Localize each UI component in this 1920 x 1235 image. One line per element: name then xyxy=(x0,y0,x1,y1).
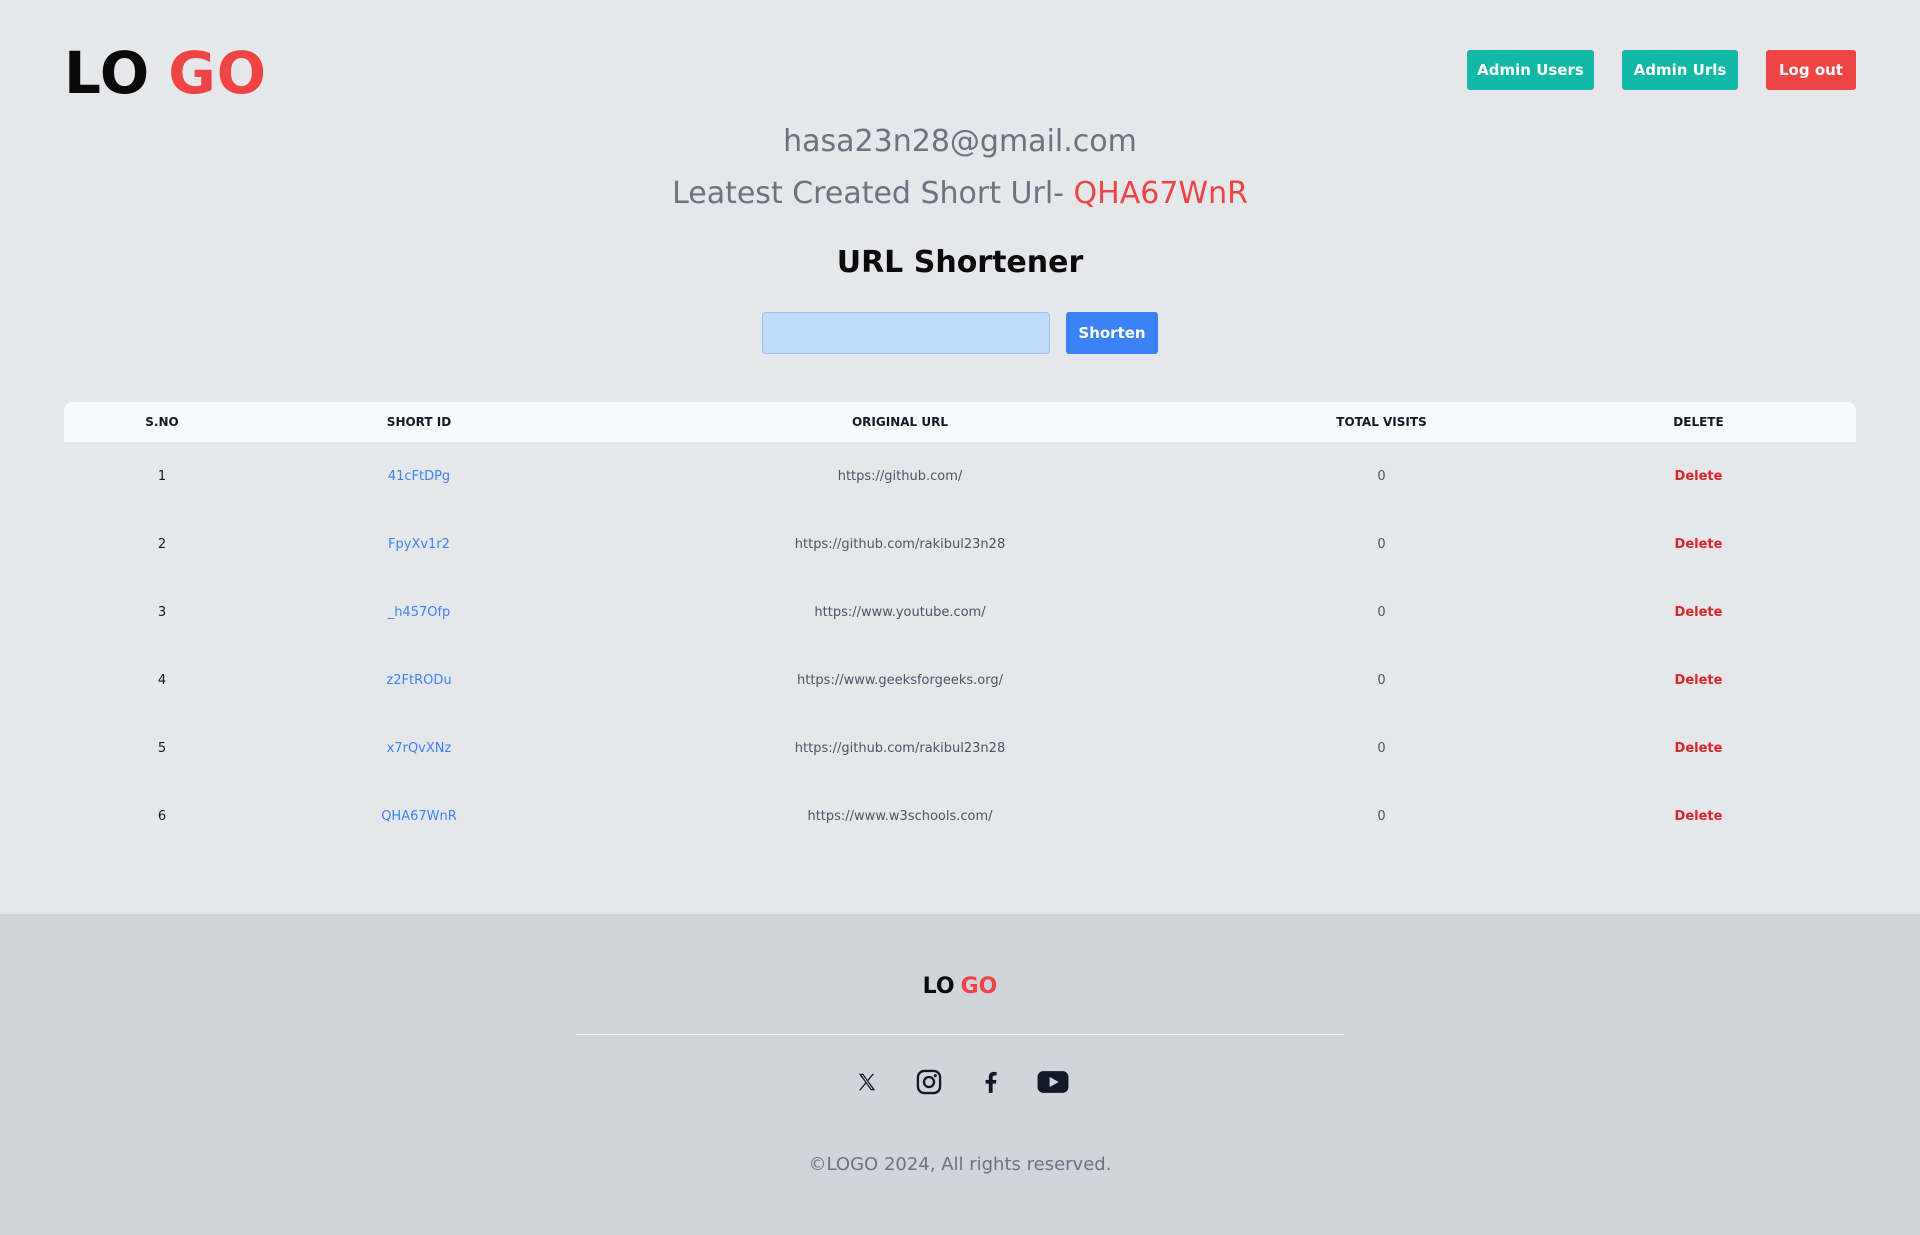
header: LO GO Admin Users Admin Urls Log out xyxy=(0,0,1920,120)
logout-button[interactable]: Log out xyxy=(1766,50,1856,90)
col-sno: S.NO xyxy=(145,415,179,429)
logo-part-go: GO xyxy=(168,39,268,107)
row-sno: 4 xyxy=(157,672,167,688)
total-visits: 0 xyxy=(1377,536,1386,552)
original-url: https://www.geeksforgeeks.org/ xyxy=(796,672,1003,688)
footer-logo[interactable]: LO GO xyxy=(0,974,1920,999)
table-row: 1 41cFtDPg https://github.com/ 0 Delete xyxy=(64,442,1856,510)
social-links xyxy=(0,1066,1920,1098)
original-url: https://github.com/ xyxy=(837,468,963,484)
short-id-link[interactable]: z2FtRODu xyxy=(260,646,578,714)
copyright: ©LOGO 2024, All rights reserved. xyxy=(808,1154,1112,1175)
delete-button[interactable]: Delete xyxy=(1541,714,1856,782)
total-visits: 0 xyxy=(1377,672,1386,688)
page-title: URL Shortener xyxy=(836,245,1084,280)
facebook-icon[interactable] xyxy=(975,1066,1007,1098)
admin-users-button[interactable]: Admin Users xyxy=(1467,50,1594,90)
col-total-visits: TOTAL VISITS xyxy=(1336,415,1427,429)
total-visits: 0 xyxy=(1377,740,1386,756)
delete-button[interactable]: Delete xyxy=(1541,578,1856,646)
original-url: https://github.com/rakibul23n28 xyxy=(794,536,1006,552)
short-id-link[interactable]: 41cFtDPg xyxy=(260,442,578,510)
delete-button[interactable]: Delete xyxy=(1541,510,1856,578)
table-row: 6 QHA67WnR https://www.w3schools.com/ 0 … xyxy=(64,782,1856,850)
footer: LO GO ©LOGO 2024, All rights reserved. xyxy=(0,914,1920,1235)
urls-table: S.NO SHORT ID ORIGINAL URL TOTAL VISITS … xyxy=(64,402,1856,850)
table-row: 4 z2FtRODu https://www.geeksforgeeks.org… xyxy=(64,646,1856,714)
short-id-link[interactable]: _h457Ofp xyxy=(260,578,578,646)
row-sno: 2 xyxy=(157,536,167,552)
logo[interactable]: LO GO xyxy=(64,40,267,106)
user-email: hasa23n28@gmail.com xyxy=(783,124,1137,159)
total-visits: 0 xyxy=(1377,604,1386,620)
latest-short-url-label: Leatest Created Short Url- xyxy=(672,176,1064,211)
latest-short-url-code: QHA67WnR xyxy=(1073,176,1248,211)
col-delete: DELETE xyxy=(1673,415,1724,429)
footer-logo-part-go: GO xyxy=(960,974,998,999)
row-sno: 1 xyxy=(157,468,167,484)
col-original-url: ORIGINAL URL xyxy=(851,415,948,429)
admin-urls-button[interactable]: Admin Urls xyxy=(1622,50,1738,90)
row-sno: 5 xyxy=(157,740,167,756)
delete-button[interactable]: Delete xyxy=(1541,442,1856,510)
latest-short-url: Leatest Created Short Url- QHA67WnR xyxy=(0,176,1920,211)
total-visits: 0 xyxy=(1377,808,1386,824)
total-visits: 0 xyxy=(1377,468,1386,484)
x-icon[interactable] xyxy=(851,1066,883,1098)
delete-button[interactable]: Delete xyxy=(1541,782,1856,850)
table-row: 2 FpyXv1r2 https://github.com/rakibul23n… xyxy=(64,510,1856,578)
table-row: 5 x7rQvXNz https://github.com/rakibul23n… xyxy=(64,714,1856,782)
original-url: https://www.youtube.com/ xyxy=(814,604,986,620)
table-row: 3 _h457Ofp https://www.youtube.com/ 0 De… xyxy=(64,578,1856,646)
row-sno: 6 xyxy=(157,808,167,824)
delete-button[interactable]: Delete xyxy=(1541,646,1856,714)
original-url: https://www.w3schools.com/ xyxy=(807,808,993,824)
shorten-button[interactable]: Shorten xyxy=(1066,312,1158,354)
logo-part-lo: LO xyxy=(64,39,151,107)
footer-logo-part-lo: LO xyxy=(922,974,955,999)
instagram-icon[interactable] xyxy=(913,1066,945,1098)
short-id-link[interactable]: FpyXv1r2 xyxy=(260,510,578,578)
short-id-link[interactable]: QHA67WnR xyxy=(260,782,578,850)
youtube-icon[interactable] xyxy=(1037,1066,1069,1098)
col-short-id: SHORT ID xyxy=(386,415,452,429)
url-input[interactable] xyxy=(762,312,1050,354)
footer-divider xyxy=(576,1034,1344,1035)
row-sno: 3 xyxy=(157,604,167,620)
original-url: https://github.com/rakibul23n28 xyxy=(794,740,1006,756)
table-header-row: S.NO SHORT ID ORIGINAL URL TOTAL VISITS … xyxy=(64,402,1856,442)
short-id-link[interactable]: x7rQvXNz xyxy=(260,714,578,782)
